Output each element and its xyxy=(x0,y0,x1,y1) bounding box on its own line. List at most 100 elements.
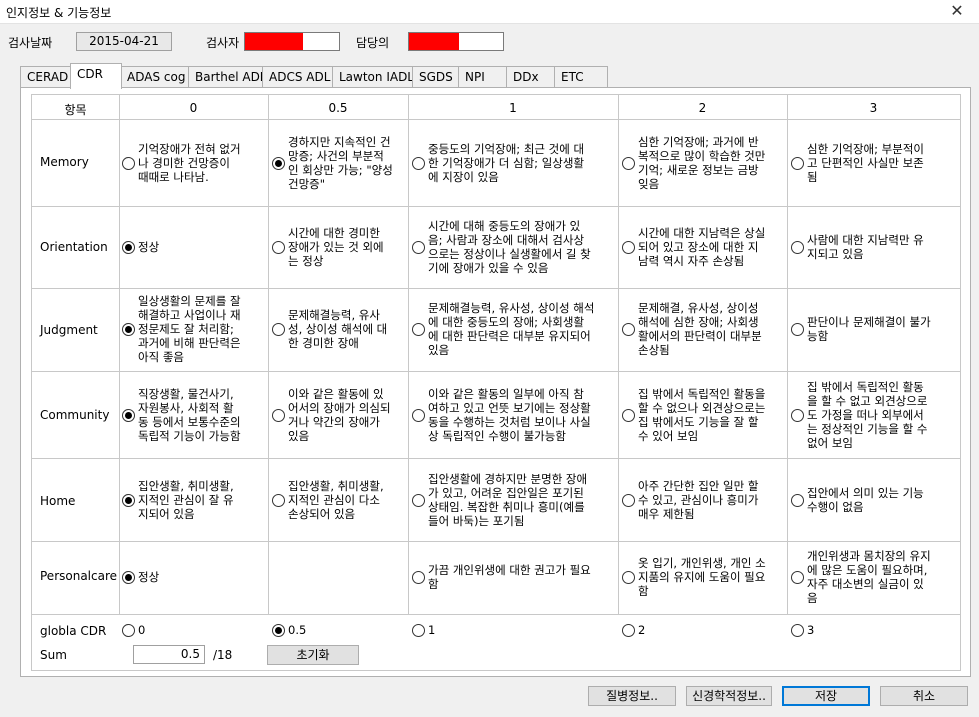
memory-option-0[interactable]: 기억장애가 전혀 없거 나 경미한 건망증이 때때로 나타남. xyxy=(122,125,241,201)
memory-option-0-5[interactable]: 경하지만 지속적인 건 망증; 사건의 부분적 인 회상만 가능; "양성 건망… xyxy=(272,125,393,201)
community-option-0-5[interactable]: 이와 같은 활동에 있 어서의 장애가 의심되 거나 약간의 장애가 있음 xyxy=(272,375,391,455)
radio-button[interactable] xyxy=(791,623,804,637)
radio-button-checked[interactable] xyxy=(272,156,285,170)
disease-info-button[interactable]: 질병정보.. xyxy=(588,686,676,706)
radio-button-checked[interactable] xyxy=(122,322,135,336)
radio-button[interactable] xyxy=(412,570,425,584)
radio-button[interactable] xyxy=(412,322,425,336)
date-label: 검사날짜 xyxy=(8,36,53,50)
radio-button[interactable] xyxy=(412,240,425,254)
judgment-option-0[interactable]: 일상생활의 문제를 잘 해결하고 사업이나 재 정문제도 잘 처리함; 과거에 … xyxy=(122,291,241,367)
personalcare-option-1[interactable]: 가끔 개인위생에 대한 권고가 필요 함 xyxy=(412,543,591,611)
community-option-0[interactable]: 직장생활, 물건사기, 자원봉사, 사회적 활 동 등에서 보통수준의 독립적 … xyxy=(122,375,241,455)
radio-button[interactable] xyxy=(622,493,635,507)
radio-button[interactable] xyxy=(272,322,285,336)
radio-button[interactable] xyxy=(622,623,635,637)
tab-adas-cog[interactable]: ADAS cog xyxy=(120,66,190,88)
reset-button[interactable]: 초기화 xyxy=(267,645,359,665)
tab-etc[interactable]: ETC xyxy=(554,66,608,88)
radio-button[interactable] xyxy=(791,322,804,336)
title-bar: 인지정보 & 기능정보 ✕ xyxy=(0,0,979,24)
row-label-community: Community xyxy=(40,408,110,422)
header-0-5: 0.5 xyxy=(328,101,348,115)
home-option-1[interactable]: 집안생활에 경하지만 분명한 장애 가 있고, 어려운 집안일은 포기된 상태임… xyxy=(412,461,587,539)
judgment-option-3[interactable]: 판단이나 문제해결이 불가 능함 xyxy=(791,291,931,367)
header-item: 항목 xyxy=(64,103,87,117)
orientation-option-0[interactable]: 정상 xyxy=(122,209,159,285)
radio-button[interactable] xyxy=(791,570,804,584)
community-option-1[interactable]: 이와 같은 활동의 일부에 아직 참 여하고 있고 언뜻 보기에는 정상활 동을… xyxy=(412,375,591,455)
community-option-3[interactable]: 집 밖에서 독립적인 활동 을 할 수 없고 외견상으로 도 가정을 떠나 외부… xyxy=(791,375,927,455)
examiner-field[interactable] xyxy=(244,32,340,51)
community-option-2[interactable]: 집 밖에서 독립적인 활동을 할 수 없으나 외견상으로는 집 밖에서도 기능을… xyxy=(622,375,765,455)
global-option-2[interactable]: 2 xyxy=(622,623,645,637)
global-option-0[interactable]: 0 xyxy=(122,623,145,637)
radio-button-checked[interactable] xyxy=(122,408,135,422)
judgment-option-2[interactable]: 문제해결, 유사성, 상이성 해석에 심한 장애; 사회생 활에서의 판단력이 … xyxy=(622,291,762,367)
memory-option-2[interactable]: 심한 기억장애; 과거에 반 복적으로 많이 학습한 것만 기억; 새로운 정보… xyxy=(622,125,765,201)
global-option-0-5[interactable]: 0.5 xyxy=(272,623,306,637)
radio-button[interactable] xyxy=(122,623,135,637)
radio-button[interactable] xyxy=(791,493,804,507)
global-option-1[interactable]: 1 xyxy=(412,623,435,637)
radio-button[interactable] xyxy=(272,493,285,507)
manager-field[interactable] xyxy=(408,32,504,51)
radio-button[interactable] xyxy=(791,156,804,170)
radio-button[interactable] xyxy=(272,408,285,422)
examiner-redaction xyxy=(245,33,303,50)
cancel-button[interactable]: 취소 xyxy=(880,686,968,706)
tab-lawton-iadl[interactable]: Lawton IADL xyxy=(332,66,414,88)
sum-max: /18 xyxy=(213,648,233,662)
sum-field[interactable]: 0.5 xyxy=(133,645,205,664)
row-label-home: Home xyxy=(40,494,76,508)
radio-button-checked[interactable] xyxy=(122,240,135,254)
radio-button-checked[interactable] xyxy=(122,570,135,584)
save-button[interactable]: 저장 xyxy=(782,686,870,706)
radio-button[interactable] xyxy=(272,240,285,254)
radio-button[interactable] xyxy=(622,570,635,584)
window-title: 인지정보 & 기능정보 xyxy=(6,6,112,20)
home-option-3[interactable]: 집안에서 의미 있는 기능 수행이 없음 xyxy=(791,461,924,539)
date-field[interactable]: 2015-04-21 xyxy=(76,32,172,51)
memory-option-1[interactable]: 중등도의 기억장애; 최근 것에 대 한 기억장애가 더 심함; 일상생활 에 … xyxy=(412,125,584,201)
radio-button[interactable] xyxy=(622,322,635,336)
orientation-option-0-5[interactable]: 시간에 대한 경미한 장애가 있는 것 외에 는 정상 xyxy=(272,209,384,285)
radio-button[interactable] xyxy=(412,623,425,637)
tab-cdr[interactable]: CDR xyxy=(70,63,122,89)
global-option-3[interactable]: 3 xyxy=(791,623,814,637)
home-option-2[interactable]: 아주 간단한 집안 일만 할 수 있고, 관심이나 흥미가 매우 제한됨 xyxy=(622,461,758,539)
radio-button-checked[interactable] xyxy=(122,493,135,507)
judgment-option-0-5[interactable]: 문제해결능력, 유사 성, 상이성 해석에 대 한 경미한 장애 xyxy=(272,291,387,367)
orientation-option-1[interactable]: 시간에 대해 중등도의 장애가 있 음; 사람과 장소에 대해서 검사상 으로는… xyxy=(412,209,591,285)
cdr-panel: 항목 0 0.5 1 2 3 Memory 기억장애가 전혀 없거 나 경미한 … xyxy=(20,87,971,677)
close-icon[interactable]: ✕ xyxy=(935,0,979,24)
tab-cerad[interactable]: CERAD xyxy=(20,66,72,88)
personalcare-option-2[interactable]: 옷 입기, 개인위생, 개인 소 지품의 유지에 도움이 필요 함 xyxy=(622,543,766,611)
row-label-personalcare: Personalcare xyxy=(40,569,118,583)
orientation-option-2[interactable]: 시간에 대한 지남력은 상실 되어 있고 장소에 대한 지 남력 역시 자주 손… xyxy=(622,209,765,285)
sum-label: Sum xyxy=(40,648,67,662)
radio-button[interactable] xyxy=(622,408,635,422)
neuro-info-button[interactable]: 신경학적정보.. xyxy=(686,686,772,706)
tab-barthel-adl[interactable]: Barthel ADL xyxy=(188,66,267,88)
tab-npi[interactable]: NPI xyxy=(458,66,508,88)
radio-button[interactable] xyxy=(791,240,804,254)
tab-adcs-adl[interactable]: ADCS ADL xyxy=(262,66,334,88)
home-option-0[interactable]: 집안생활, 취미생활, 지적인 관심이 잘 유 지되어 있음 xyxy=(122,461,234,539)
radio-button-checked[interactable] xyxy=(272,623,285,637)
personalcare-option-3[interactable]: 개인위생과 몸치장의 유지 에 많은 도움이 필요하며, 자주 대소변의 실금이… xyxy=(791,543,931,611)
memory-option-3[interactable]: 심한 기억장애; 부분적이 고 단편적인 사실만 보존 됨 xyxy=(791,125,924,201)
home-option-0-5[interactable]: 집안생활, 취미생활, 지적인 관심이 다소 손상되어 있음 xyxy=(272,461,384,539)
tab-ddx[interactable]: DDx xyxy=(506,66,556,88)
radio-button[interactable] xyxy=(412,493,425,507)
radio-button[interactable] xyxy=(412,156,425,170)
personalcare-option-0[interactable]: 정상 xyxy=(122,543,159,611)
radio-button[interactable] xyxy=(622,240,635,254)
judgment-option-1[interactable]: 문제해결능력, 유사성, 상이성 해석 에 대한 중등도의 장애; 사회생활 에… xyxy=(412,291,594,367)
radio-button[interactable] xyxy=(622,156,635,170)
radio-button[interactable] xyxy=(791,408,804,422)
radio-button[interactable] xyxy=(122,156,135,170)
radio-button[interactable] xyxy=(412,408,425,422)
tab-sgds[interactable]: SGDS xyxy=(412,66,460,88)
orientation-option-3[interactable]: 사람에 대한 지남력만 유 지되고 있음 xyxy=(791,209,924,285)
